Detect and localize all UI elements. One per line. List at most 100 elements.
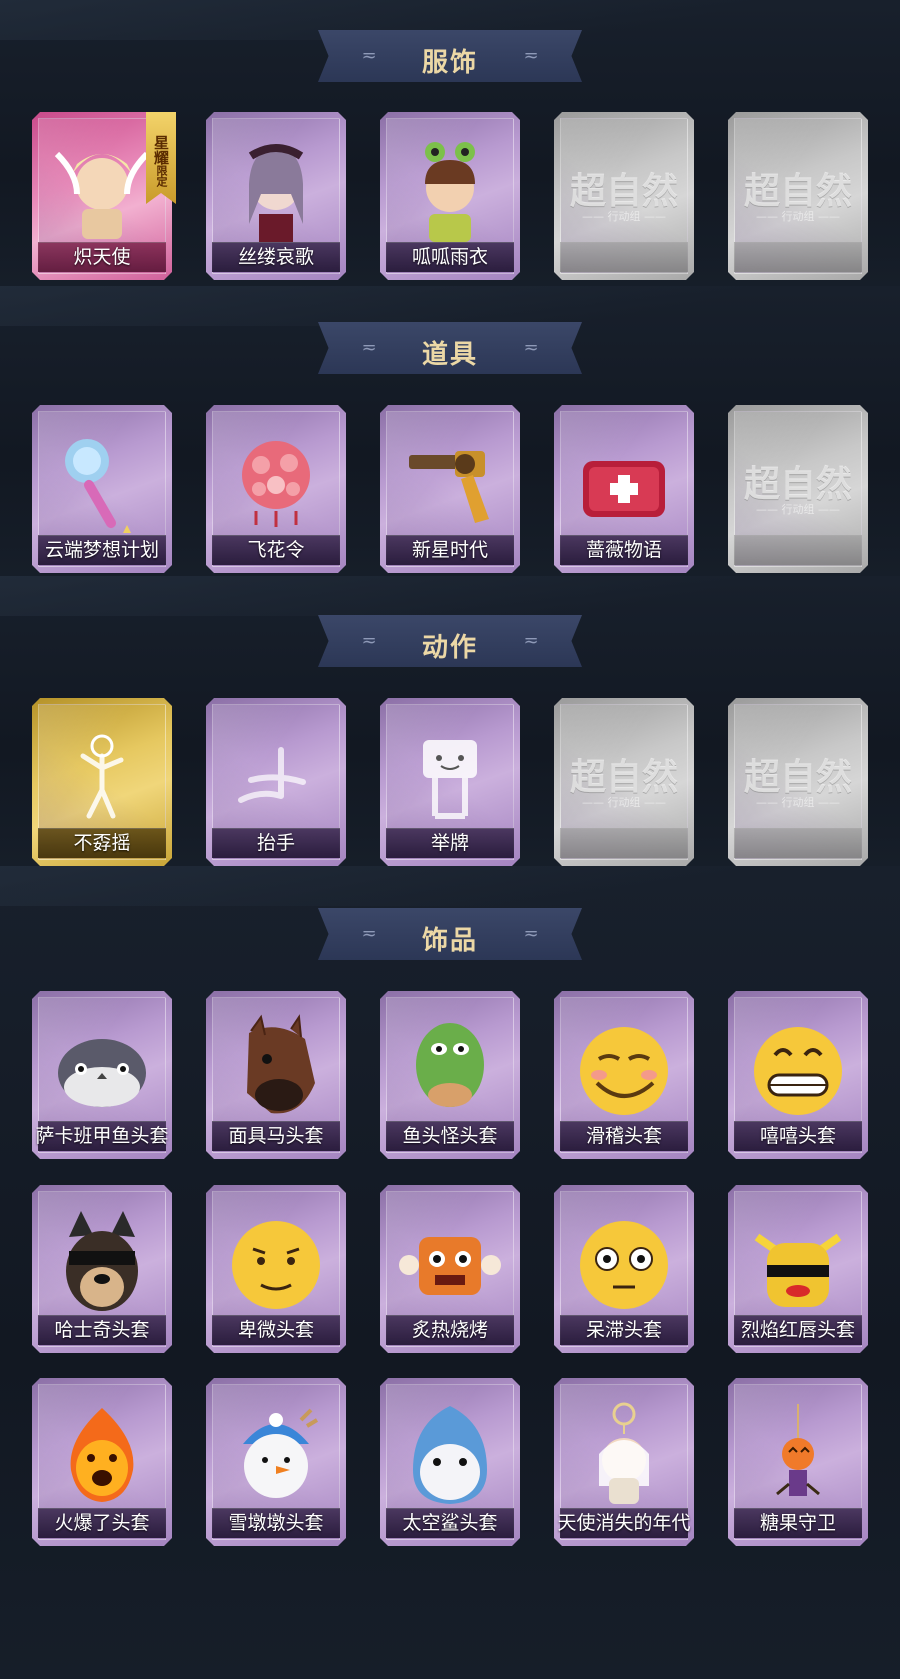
reward-card[interactable]: 飞花令 xyxy=(206,405,346,573)
reward-name: 雪墩墩头套 xyxy=(228,1512,324,1534)
empty-reward-slot[interactable]: 超自然 —— 行动组 —— xyxy=(728,405,868,573)
reward-name: 太空鲨头套 xyxy=(402,1512,498,1534)
reward-name: 炽天使 xyxy=(73,246,131,268)
reward-card[interactable]: 丝缕哀歌 xyxy=(206,112,346,280)
section-title: 道具 xyxy=(421,340,478,370)
candy-guard-pendant-icon xyxy=(776,1404,820,1496)
reward-card[interactable]: 不孬摇 xyxy=(32,698,172,866)
placeholder-subtitle: —— 行动组 —— xyxy=(756,210,840,223)
reward-card[interactable]: 呱呱雨衣 xyxy=(380,112,520,280)
reward-card[interactable]: 鱼头怪头套 xyxy=(380,991,520,1159)
hold-sign-emote-icon xyxy=(423,740,477,819)
section-title: 动作 xyxy=(421,633,478,663)
reward-card[interactable]: 炙热烧烤 xyxy=(380,1185,520,1353)
card-label-bar xyxy=(560,828,688,858)
reward-name: 萨卡班甲鱼头套 xyxy=(35,1125,169,1147)
fire-spirit-mask-icon xyxy=(70,1408,134,1502)
section-title: 饰品 xyxy=(421,926,478,956)
snowman-mask-icon xyxy=(243,1408,319,1498)
cloud-scepter-icon xyxy=(65,439,131,533)
grin-mask-icon xyxy=(754,1027,842,1115)
section-header-4: ≂ ≂ 饰品 xyxy=(318,908,582,960)
reward-name: 哈士奇头套 xyxy=(54,1319,150,1341)
reward-card[interactable]: 糖果守卫 xyxy=(728,1378,868,1546)
supernatural-placeholder-icon: 超自然 xyxy=(743,757,852,798)
reward-name: 烈焰红唇头套 xyxy=(740,1319,855,1341)
reward-card[interactable]: 哈士奇头套 xyxy=(32,1185,172,1353)
space-shark-mask-icon xyxy=(413,1406,487,1504)
bbq-meat-mask-icon xyxy=(399,1237,501,1295)
raise-hand-emote-icon xyxy=(238,747,306,803)
flower-lantern-icon xyxy=(242,441,310,527)
empty-reward-slot[interactable]: 超自然 —— 行动组 —— xyxy=(728,698,868,866)
funny-face-mask-icon xyxy=(580,1027,668,1115)
reward-card[interactable]: 抬手 xyxy=(206,698,346,866)
supernatural-placeholder-icon: 超自然 xyxy=(743,464,852,505)
reward-card[interactable]: 太空鲨头套 xyxy=(380,1378,520,1546)
reward-card[interactable]: 雪墩墩头套 xyxy=(206,1378,346,1546)
reward-card[interactable]: 天使消失的年代 xyxy=(554,1378,694,1546)
vanished-angel-pendant-icon xyxy=(599,1402,649,1504)
card-label-bar xyxy=(560,242,688,272)
empty-reward-slot[interactable]: 超自然 —— 行动组 —— xyxy=(728,112,868,280)
reward-card[interactable]: 面具马头套 xyxy=(206,991,346,1159)
pikachu-lips-mask-icon xyxy=(754,1233,842,1307)
reward-name: 云端梦想计划 xyxy=(44,539,159,561)
frog-raincoat-costume-icon xyxy=(425,142,475,242)
reward-name: 嘻嘻头套 xyxy=(759,1125,836,1147)
empty-reward-slot[interactable]: 超自然 —— 行动组 —— xyxy=(554,698,694,866)
reward-card[interactable]: 炽天使 星耀限定 xyxy=(32,112,176,280)
reward-name: 火爆了头套 xyxy=(54,1512,150,1534)
reward-card[interactable]: 嘻嘻头套 xyxy=(728,991,868,1159)
revolver-icon xyxy=(409,451,489,523)
empty-reward-slot[interactable]: 超自然 —— 行动组 —— xyxy=(554,112,694,280)
reward-card[interactable]: 蔷薇物语 xyxy=(554,405,694,573)
supernatural-placeholder-icon: 超自然 xyxy=(743,171,852,212)
reward-card[interactable]: 火爆了头套 xyxy=(32,1378,172,1546)
reward-card[interactable]: 呆滞头套 xyxy=(554,1185,694,1353)
reward-card[interactable]: 烈焰红唇头套 xyxy=(728,1185,868,1353)
husky-mask-icon xyxy=(66,1211,138,1311)
reward-name: 抬手 xyxy=(256,832,295,854)
reward-name: 呱呱雨衣 xyxy=(411,246,488,268)
section-header-1: ≂ ≂ 服饰 xyxy=(318,30,582,82)
humble-face-mask-icon xyxy=(232,1221,320,1309)
badge-subtext: 限定 xyxy=(155,165,168,187)
reward-card[interactable]: 举牌 xyxy=(380,698,520,866)
sacabambaspis-mask-icon xyxy=(58,1039,146,1107)
reward-name: 飞花令 xyxy=(247,539,305,561)
reward-name: 鱼头怪头套 xyxy=(402,1125,498,1147)
badge-text: 星耀 xyxy=(152,135,170,165)
section-header-3: ≂ ≂ 动作 xyxy=(318,615,582,667)
reward-name: 呆滞头套 xyxy=(585,1319,662,1341)
supernatural-placeholder-icon: 超自然 xyxy=(569,171,678,212)
fish-head-mask-icon xyxy=(416,1023,484,1107)
dazed-face-mask-icon xyxy=(580,1221,668,1309)
reward-name: 面具马头套 xyxy=(228,1125,324,1147)
medkit-icon xyxy=(583,461,665,517)
reward-name: 不孬摇 xyxy=(73,832,131,854)
placeholder-subtitle: —— 行动组 —— xyxy=(756,796,840,809)
reward-name: 炙热烧烤 xyxy=(411,1319,488,1341)
lace-elegy-costume-icon xyxy=(248,144,304,242)
reward-card[interactable]: 新星时代 xyxy=(380,405,520,573)
seraph-costume-icon xyxy=(54,151,150,239)
supernatural-placeholder-icon: 超自然 xyxy=(569,757,678,798)
reward-card[interactable]: 云端梦想计划 xyxy=(32,405,172,573)
reward-name: 滑稽头套 xyxy=(585,1125,662,1147)
card-label-bar xyxy=(734,242,862,272)
reward-card[interactable]: 滑稽头套 xyxy=(554,991,694,1159)
placeholder-subtitle: —— 行动组 —— xyxy=(582,796,666,809)
placeholder-subtitle: —— 行动组 —— xyxy=(756,503,840,516)
dance-emote-icon xyxy=(80,734,124,819)
section-header-2: ≂ ≂ 道具 xyxy=(318,322,582,374)
reward-name: 蔷薇物语 xyxy=(585,539,662,561)
reward-card[interactable]: 卑微头套 xyxy=(206,1185,346,1353)
reward-name: 卑微头套 xyxy=(237,1319,314,1341)
section-title: 服饰 xyxy=(421,48,478,78)
reward-name: 丝缕哀歌 xyxy=(237,246,314,268)
reward-name: 糖果守卫 xyxy=(759,1512,836,1534)
reward-card[interactable]: 萨卡班甲鱼头套 xyxy=(32,991,172,1159)
reward-name: 举牌 xyxy=(430,832,469,854)
reward-name: 新星时代 xyxy=(411,539,488,561)
